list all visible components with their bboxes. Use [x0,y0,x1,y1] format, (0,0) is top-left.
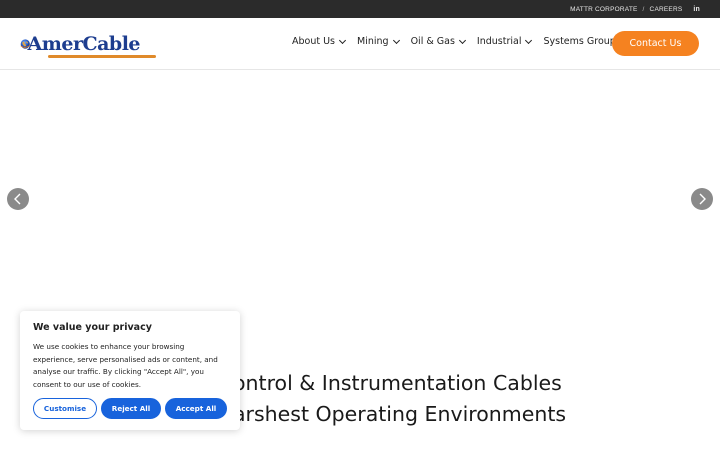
cookie-title: We value your privacy [33,322,152,333]
linkedin-icon[interactable]: in [693,6,700,13]
contact-us-button[interactable]: Contact Us [612,31,699,56]
hero-headline-line1: ontrol & Instrumentation Cables [233,371,562,395]
slider-prev-button[interactable] [7,188,29,210]
chevron-down-icon [392,36,400,44]
top-utility-bar: MATTR CORPORATE / CAREERS in [0,0,720,18]
nav-label: Industrial [476,36,522,47]
main-navigation: About Us Mining Oil & Gas Industrial Sys… [292,36,627,47]
cookie-consent-banner: We value your privacy We use cookies to … [20,311,240,430]
nav-industrial[interactable]: Industrial [476,36,533,47]
cookie-description: We use cookies to enhance your browsing … [33,342,218,390]
chevron-right-icon [699,193,706,205]
nav-label: About Us [292,36,336,47]
customise-button[interactable]: Customise [33,398,97,419]
chevron-left-icon [14,193,21,205]
site-header: AmerCable About Us Mining Oil & Gas Indu… [0,18,720,70]
chevron-down-icon [525,36,533,44]
nav-oil-gas[interactable]: Oil & Gas [410,36,466,47]
slider-next-button[interactable] [691,188,713,210]
nav-mining[interactable]: Mining [357,36,400,47]
cookie-actions: Customise Reject All Accept All [33,398,227,419]
nav-label: Mining [357,36,389,47]
careers-link[interactable]: CAREERS [650,6,683,13]
nav-label: Oil & Gas [410,36,455,47]
chevron-down-icon [338,36,347,44]
utility-separator: / [642,5,645,13]
logo-swoosh [48,55,156,58]
nav-label: Systems Group [543,36,616,47]
reject-all-button[interactable]: Reject All [101,398,161,419]
hero-headline-line2: arshest Operating Environments [233,402,567,426]
accept-all-button[interactable]: Accept All [165,398,227,419]
site-logo[interactable]: AmerCable [20,28,156,60]
logo-wordmark: AmerCable [27,33,141,55]
utility-links: MATTR CORPORATE / CAREERS in [570,0,700,18]
chevron-down-icon [458,36,466,44]
nav-about-us[interactable]: About Us [292,36,347,47]
mattr-corporate-link[interactable]: MATTR CORPORATE [570,6,637,13]
